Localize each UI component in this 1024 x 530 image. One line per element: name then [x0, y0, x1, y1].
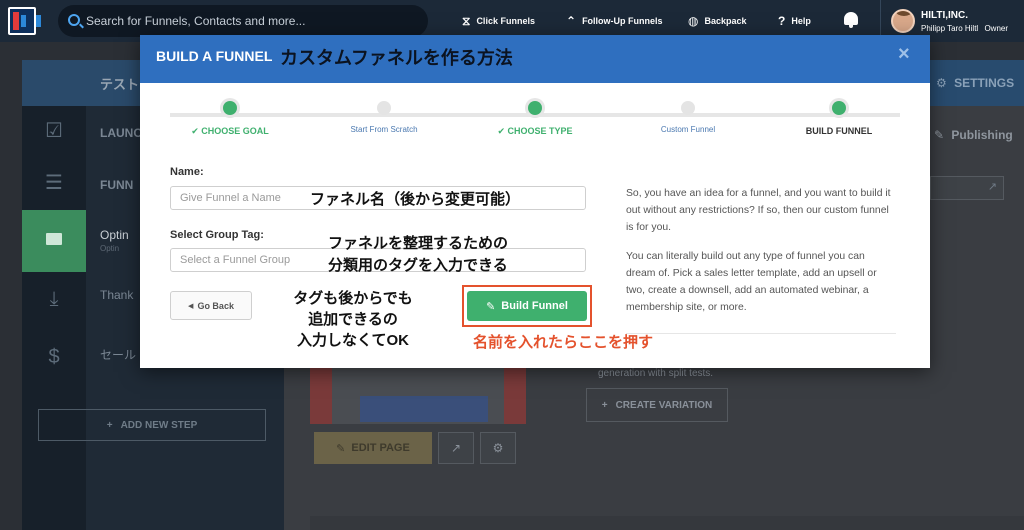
custom-funnel-description-1: So, you have an idea for a funnel, and y… [626, 188, 891, 233]
search-input[interactable] [86, 5, 416, 37]
account-user: Philipp Taro Hiltl Owner [921, 24, 1008, 33]
step-dot-choose-goal [223, 101, 237, 115]
check-icon: ✔ [497, 126, 508, 136]
description-divider [626, 333, 896, 334]
account-role: Owner [984, 24, 1009, 33]
modal-header: BUILD A FUNNEL カスタムファネルを作る方法 × [140, 35, 930, 83]
bottom-toolbar [310, 516, 1024, 530]
sidebar-step-label: FUNN [100, 178, 134, 192]
global-search [58, 5, 428, 37]
step-label-choose-type[interactable]: ✔ CHOOSE TYPE [460, 126, 610, 137]
envelope-icon[interactable] [22, 210, 86, 272]
sidebar-step-label: Thank [100, 288, 134, 302]
build-funnel-label: Build Funnel [501, 300, 568, 312]
sidebar-step-label: LAUNC [100, 126, 142, 140]
bell-icon[interactable] [844, 12, 858, 28]
gear-icon: ⚙ [492, 441, 504, 455]
nav-help-label: Help [791, 16, 811, 26]
sidebar-step-label: Optin [100, 228, 129, 242]
group-annotation-line1: ファネルを整理するための [328, 235, 509, 252]
group-tag-label: Select Group Tag: [170, 229, 264, 241]
dollar-icon: $ [48, 346, 60, 368]
tag-annotation-line2: 追加できるの [308, 311, 398, 328]
search-icon [68, 14, 80, 26]
avatar[interactable] [891, 9, 915, 33]
checkbox-icon: ☑ [45, 120, 63, 142]
add-new-step-label: ADD NEW STEP [120, 419, 198, 431]
preview-accent-left [310, 368, 332, 424]
build-funnel-button[interactable]: ✎ Build Funnel [467, 291, 587, 321]
gear-icon: ⚙ [936, 76, 947, 90]
modal-title-annotation: カスタムファネルを作る方法 [280, 48, 513, 68]
go-back-label: Go Back [197, 300, 234, 311]
close-icon[interactable]: × [898, 43, 910, 66]
caret-left-icon: ◀ [188, 302, 194, 310]
double-chevron-up-icon: ⌃ [566, 14, 577, 28]
variation-description: generation with split tests. [598, 368, 714, 379]
edit-icon: ✎ [336, 442, 346, 455]
add-new-step-button[interactable]: + ADD NEW STEP [38, 409, 266, 441]
step-label-custom-funnel[interactable]: Custom Funnel [613, 125, 763, 134]
sidebar-step-label: セール [100, 348, 137, 362]
create-variation-button[interactable]: + CREATE VARIATION [586, 388, 728, 422]
download-icon: ⤓ [49, 288, 59, 310]
edit-icon: ✎ [486, 300, 496, 313]
publishing-tab[interactable]: ✎ Publishing [934, 128, 1013, 142]
funnel-filter-icon: ⧖ [462, 13, 471, 28]
step-label-start-from-scratch[interactable]: Start From Scratch [309, 125, 459, 134]
check-icon: ✔ [191, 126, 202, 136]
settings-label: SETTINGS [954, 76, 1015, 90]
account-company[interactable]: HILTI,INC. [921, 10, 968, 21]
menu-icon: ☰ [45, 172, 63, 194]
edit-page-button[interactable]: ✎ EDIT PAGE [314, 432, 432, 464]
custom-funnel-description-2: You can literally build out any type of … [626, 251, 877, 313]
backpack-icon: ◍ [688, 14, 699, 28]
name-label: Name: [170, 166, 204, 178]
preview-cta [360, 396, 488, 422]
preview-accent-right [504, 368, 526, 424]
open-page-button[interactable]: ↗ [438, 432, 474, 464]
step-dot-start-from-scratch [377, 101, 391, 115]
nav-backpack-label: Backpack [704, 16, 747, 26]
help-icon: ? [778, 14, 786, 28]
nav-click-funnels-label: Click Funnels [476, 16, 535, 26]
modal-title: BUILD A FUNNEL [156, 48, 273, 64]
plus-icon: + [601, 399, 608, 411]
publishing-label: Publishing [951, 128, 1013, 142]
step-dot-build-funnel [832, 101, 846, 115]
funnel-title: テスト [100, 77, 140, 92]
step-label-choose-goal[interactable]: ✔ CHOOSE GOAL [155, 126, 305, 137]
settings-tab[interactable]: ⚙ SETTINGS [936, 76, 1014, 90]
step-dot-custom-funnel [681, 101, 695, 115]
tag-annotation-line1: タグも後からでも [293, 290, 413, 307]
create-variation-label: CREATE VARIATION [615, 399, 713, 411]
wrench-icon: ✎ [934, 128, 945, 142]
build-annotation: 名前を入れたらここを押す [473, 334, 654, 351]
step-dot-choose-type [528, 101, 542, 115]
build-funnel-modal: BUILD A FUNNEL カスタムファネルを作る方法 × ✔ CHOOSE … [140, 35, 930, 368]
page-settings-button[interactable]: ⚙ [480, 432, 516, 464]
group-annotation-line2: 分類用のタグを入力できる [328, 257, 508, 274]
external-link-icon: ↗ [450, 441, 462, 455]
tag-annotation-line3: 入力しなくてOK [296, 332, 410, 349]
step-label-build-funnel: BUILD FUNNEL [805, 126, 873, 136]
nav-follow-up-funnels-label: Follow-Up Funnels [582, 16, 663, 26]
clickfunnels-logo[interactable] [8, 7, 41, 35]
account-user-name: Philipp Taro Hiltl [921, 24, 979, 33]
name-annotation: ファネル名（後から変更可能） [310, 191, 521, 208]
edit-page-label: EDIT PAGE [351, 442, 410, 454]
plus-icon: + [106, 419, 113, 431]
external-link-icon[interactable] [930, 176, 1004, 200]
go-back-button[interactable]: ◀ Go Back [170, 291, 252, 320]
